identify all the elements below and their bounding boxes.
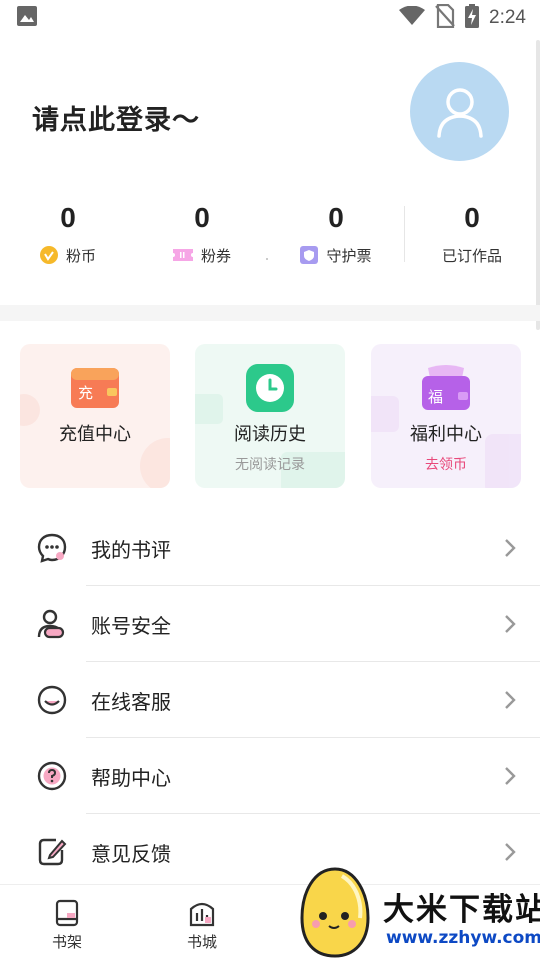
card-title: 阅读历史 bbox=[234, 424, 306, 445]
card-title: 充值中心 bbox=[59, 424, 131, 445]
chevron-right-icon bbox=[505, 615, 516, 633]
nav-label: 书城 bbox=[186, 933, 217, 951]
stat-divider bbox=[404, 206, 405, 262]
stat-fan-tickets[interactable]: 0 粉券 bbox=[142, 196, 262, 270]
menu-item-online-service[interactable]: 在线客服 bbox=[0, 662, 540, 738]
chevron-right-icon bbox=[505, 691, 516, 709]
bookshelf-icon bbox=[55, 899, 79, 927]
nav-tab-bookshelf[interactable]: 书架 bbox=[27, 899, 107, 952]
user-icon bbox=[436, 87, 483, 138]
status-bar: 2:24 bbox=[0, 0, 540, 36]
welfare-center-card[interactable]: 福 福利中心 去领币 bbox=[371, 344, 521, 488]
card-subtitle: 无阅读记录 bbox=[235, 457, 305, 473]
image-notification-icon bbox=[16, 5, 38, 31]
stat-value: 0 bbox=[60, 202, 76, 233]
status-time: 2:24 bbox=[489, 7, 526, 28]
stat-value: 0 bbox=[328, 202, 344, 233]
chevron-right-icon bbox=[505, 767, 516, 785]
battery-charging-icon bbox=[465, 4, 480, 32]
stat-value: 0 bbox=[464, 202, 480, 233]
chevron-right-icon bbox=[505, 843, 516, 861]
coin-icon bbox=[39, 246, 58, 264]
wifi-icon bbox=[399, 5, 426, 30]
reading-history-card[interactable]: 阅读历史 无阅读记录 bbox=[195, 344, 345, 488]
divider-dot bbox=[266, 258, 268, 260]
avatar[interactable] bbox=[410, 62, 509, 161]
watermark-title: 大米下载站 bbox=[383, 892, 540, 928]
menu-item-my-reviews[interactable]: 我的书评 bbox=[0, 510, 540, 586]
clock-icon bbox=[246, 364, 294, 412]
menu-item-label: 帮助中心 bbox=[91, 766, 171, 790]
stat-label: 粉币 bbox=[65, 246, 96, 265]
menu-item-label: 意见反馈 bbox=[91, 842, 171, 866]
profile-header: 请点此登录～ bbox=[0, 36, 540, 186]
watermark-url: www.zzhyw.com bbox=[386, 928, 540, 948]
stat-guard-tickets[interactable]: 0 守护票 bbox=[276, 196, 396, 270]
recharge-card-icon bbox=[71, 368, 119, 408]
help-icon bbox=[37, 761, 67, 791]
stat-fan-coins[interactable]: 0 粉币 bbox=[8, 196, 128, 270]
stat-value: 0 bbox=[194, 202, 210, 233]
ticket-icon bbox=[172, 249, 193, 261]
no-sim-icon bbox=[435, 3, 455, 32]
stat-label: 粉券 bbox=[200, 246, 231, 265]
chevron-right-icon bbox=[505, 539, 516, 557]
nav-tab-bookstore[interactable]: 书城 bbox=[162, 899, 242, 952]
menu-item-label: 在线客服 bbox=[91, 690, 171, 714]
menu-item-label: 我的书评 bbox=[91, 538, 171, 562]
watermark-logo: 大米下载站 www.zzhyw.com bbox=[296, 866, 540, 960]
card-subtitle-link[interactable]: 去领币 bbox=[371, 454, 521, 474]
stat-label: 守护票 bbox=[326, 246, 372, 265]
stat-subscribed-works[interactable]: 0 已订作品 bbox=[412, 196, 532, 270]
section-divider bbox=[0, 305, 540, 321]
guard-ticket-icon bbox=[300, 246, 319, 264]
recharge-center-card[interactable]: 充 充值中心 bbox=[20, 344, 170, 488]
bookstore-icon bbox=[189, 902, 215, 927]
recharge-icon-text: 充 bbox=[78, 384, 94, 402]
customer-service-icon bbox=[37, 685, 67, 715]
account-security-icon bbox=[37, 609, 65, 639]
feedback-edit-icon bbox=[38, 838, 67, 866]
menu-item-label: 账号安全 bbox=[91, 614, 171, 638]
rice-mascot-icon bbox=[300, 867, 370, 958]
menu-item-account-security[interactable]: 账号安全 bbox=[0, 586, 540, 662]
welfare-icon-text: 福 bbox=[428, 388, 444, 406]
menu-item-help-center[interactable]: 帮助中心 bbox=[0, 738, 540, 814]
nav-label: 书架 bbox=[51, 933, 82, 951]
account-stats: 0 粉币 0 粉券 0 守护票 0 已订作品 bbox=[0, 196, 540, 276]
login-prompt[interactable]: 请点此登录～ bbox=[32, 98, 200, 137]
stat-label: 已订作品 bbox=[441, 246, 502, 265]
comment-bubble-icon bbox=[37, 533, 67, 563]
card-title: 福利中心 bbox=[410, 424, 482, 445]
